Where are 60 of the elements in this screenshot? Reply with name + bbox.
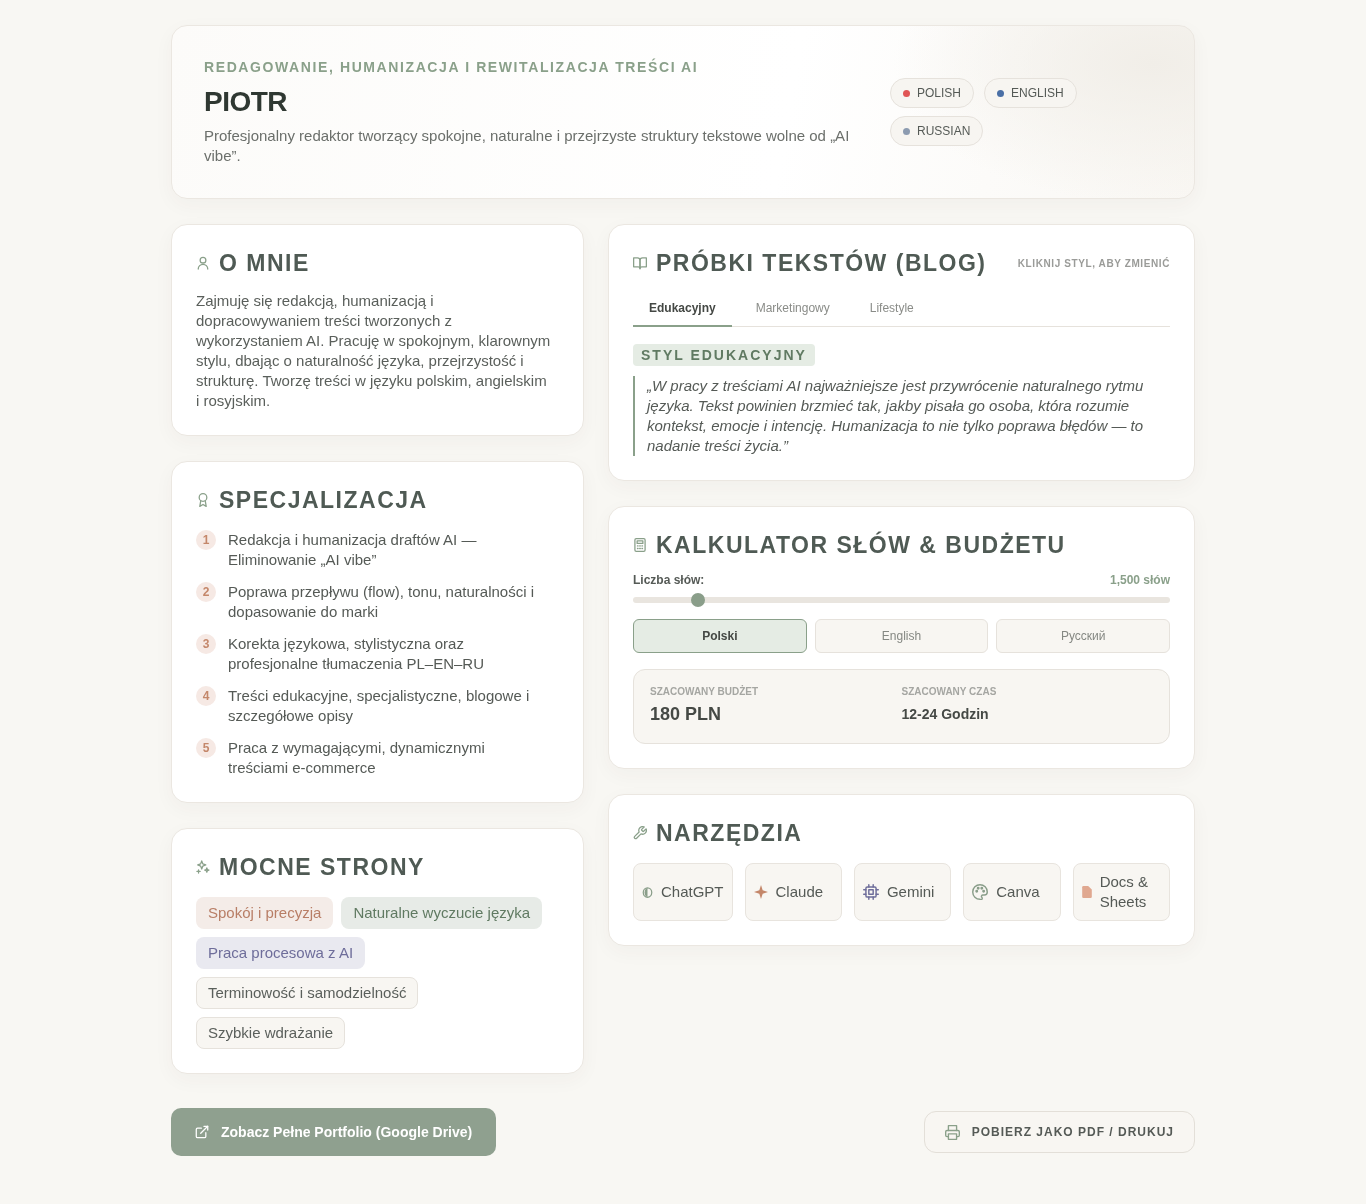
style-tab[interactable]: Edukacyjny xyxy=(633,291,732,327)
tool-name: Gemini xyxy=(886,882,935,902)
style-badge: STYL EDUKACYJNY xyxy=(633,344,815,366)
hint-text: KLIKNIJ STYL, ABY ZMIENIĆ xyxy=(1017,257,1170,269)
external-link-icon xyxy=(195,1125,209,1139)
user-icon xyxy=(196,256,210,270)
number-badge: 3 xyxy=(196,634,216,654)
section-title: SPECJALIZACJA xyxy=(219,486,428,514)
estimate-label: SZACOWANY CZAS xyxy=(901,686,997,697)
style-tab[interactable]: Lifestyle xyxy=(853,291,930,327)
word-count-label: Liczba słów: xyxy=(633,573,705,587)
portfolio-button[interactable]: Zobacz Pełne Portfolio (Google Drive) xyxy=(171,1108,497,1156)
language-option[interactable]: English xyxy=(814,619,989,653)
section-title: O MNIE xyxy=(219,249,310,277)
number-badge: 2 xyxy=(196,582,216,602)
word-count-value: 1,500 słów xyxy=(1109,573,1170,587)
slider-thumb[interactable] xyxy=(690,593,705,607)
profile-tagline: Profesjonalny redaktor tworzący spokojne, naturalne i przejrzyste struktury tekstowe wolne od „AI vibe”. xyxy=(204,126,851,166)
tool-name: Docs & Sheets xyxy=(1099,872,1149,912)
strength-tag: Praca procesowa z AI xyxy=(196,937,366,969)
section-title: MOCNE STRONY xyxy=(219,853,425,881)
number-badge: 4 xyxy=(196,686,216,706)
strength-tag: Szybkie wdrażanie xyxy=(196,1017,346,1049)
number-badge: 1 xyxy=(196,530,216,550)
style-tab[interactable]: Marketingowy xyxy=(739,291,846,327)
specialization-item: Poprawa przepływu (flow), tonu, naturalności i dopasowanie do marki xyxy=(228,582,535,622)
strength-tag: Terminowość i samodzielność xyxy=(196,977,419,1009)
language-option[interactable]: Polski xyxy=(633,619,807,653)
number-badge: 5 xyxy=(196,738,216,758)
tool-name: Claude xyxy=(775,882,824,902)
profile-name: PIOTR xyxy=(204,85,289,119)
sparkles-icon xyxy=(196,860,210,874)
wrench-icon xyxy=(633,826,647,840)
word-count-slider[interactable] xyxy=(633,593,1170,607)
specialization-item: Korekta językowa, stylistyczna oraz profesjonalne tłumaczenia PL–EN–RU xyxy=(228,634,485,674)
printer-icon xyxy=(944,1124,960,1140)
language-label: ENGLISH xyxy=(1011,86,1064,100)
strength-tag: Naturalne wyczucie języka xyxy=(341,897,543,929)
book-icon xyxy=(633,256,647,270)
ribbon-icon xyxy=(196,493,210,507)
estimate-label: SZACOWANY BUDŻET xyxy=(650,686,759,697)
tool-name: ChatGPT xyxy=(661,882,724,902)
language-label: POLISH xyxy=(917,86,961,100)
calculator-icon xyxy=(633,538,647,552)
tool-name: Canva xyxy=(996,882,1040,902)
sample-quote: „W pracy z treściami AI najważniejsze jest przywrócenie naturalnego rytmu języka. Tekst powinien brzmieć tak, jakby pisała go osoba, która rozumie kontekst, emocje i intencję. Humanizacja to nie tylko poprawa błędów — to nadanie treści życia.” xyxy=(633,376,1170,456)
time-value: 12-24 Godzin xyxy=(901,705,989,724)
specialization-item: Praca z wymagającymi, dynamicznymi treściami e-commerce xyxy=(228,738,486,778)
print-button[interactable]: POBIERZ JAKO PDF / DRUKUJ xyxy=(923,1111,1195,1153)
section-title: KALKULATOR SŁÓW & BUDŻETU xyxy=(656,531,1066,559)
about-text: Zajmuję się redakcją, humanizacją i dopracowywaniem treści tworzonych z wykorzystaniem AI. Pracuję w spokojnym, klarownym stylu, dbając o naturalność języka, przejrzystość i strukturę. Tworzę treści w języku polskim, angielskim i rosyjskim. xyxy=(196,291,552,411)
specialization-item: Treści edukacyjne, specjalistyczne, blogowe i szczegółowe opisy xyxy=(228,686,531,726)
language-option[interactable]: Русский xyxy=(996,619,1170,653)
profile-eyebrow: REDAGOWANIE, HUMANIZACJA I REWITALIZACJA TREŚCI AI xyxy=(204,58,700,76)
section-title: NARZĘDZIA xyxy=(656,819,803,847)
section-title: PRÓBKI TEKSTÓW (BLOG) xyxy=(656,249,987,277)
language-label: RUSSIAN xyxy=(917,124,971,138)
budget-value: 180 PLN xyxy=(650,703,722,725)
strength-tag: Spokój i precyzja xyxy=(196,897,334,929)
specialization-item: Redakcja i humanizacja draftów AI — Eliminowanie „AI vibe” xyxy=(228,530,478,570)
